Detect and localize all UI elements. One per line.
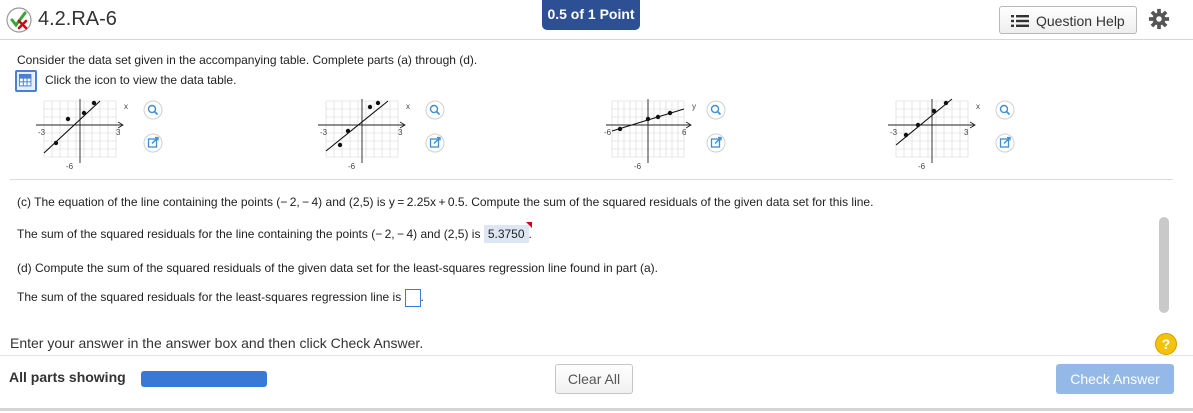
data-table-link-label: Click the icon to view the data table.	[45, 73, 237, 87]
part-c-answer-suffix: .	[528, 227, 532, 241]
zoom-icon[interactable]	[425, 100, 445, 120]
graph-option-c[interactable]: y -6 6 -6	[598, 95, 768, 171]
svg-text:y: y	[692, 102, 696, 111]
part-c-answer-line: The sum of the squared residuals for the…	[17, 222, 532, 243]
incorrect-marker-icon	[525, 222, 532, 228]
part-c-answer-prefix: The sum of the squared residuals for the…	[17, 227, 481, 241]
partially-correct-icon	[6, 7, 32, 33]
svg-text:3: 3	[964, 128, 969, 137]
svg-text:x: x	[124, 102, 128, 111]
parts-progress-fill	[141, 371, 267, 387]
question-help-button[interactable]: Question Help	[999, 6, 1137, 34]
part-d-answer-prefix: The sum of the squared residuals for the…	[17, 290, 402, 305]
data-table-icon[interactable]	[15, 70, 37, 92]
footer-divider	[0, 355, 1193, 356]
vertical-scrollbar[interactable]	[1159, 217, 1169, 313]
help-icon[interactable]: ?	[1155, 333, 1177, 355]
svg-text:x: x	[976, 102, 980, 111]
list-icon	[1011, 15, 1029, 27]
svg-text:-6: -6	[918, 162, 926, 171]
expand-icon[interactable]	[425, 133, 445, 153]
question-body: Consider the data set given in the accom…	[0, 41, 1193, 413]
svg-text:x: x	[406, 102, 410, 111]
svg-text:-6: -6	[634, 162, 642, 171]
svg-text:-6: -6	[604, 128, 612, 137]
gear-icon[interactable]	[1148, 8, 1170, 30]
parts-progress-bar	[141, 371, 267, 387]
svg-text:6: 6	[682, 128, 687, 137]
svg-text:-6: -6	[66, 162, 74, 171]
part-c-answer-text: 5.3750	[487, 227, 525, 241]
graph-option-a[interactable]: x -3 3 -6	[36, 95, 206, 171]
expand-icon[interactable]	[706, 133, 726, 153]
instruction-text: Enter your answer in the answer box and …	[10, 335, 424, 351]
question-title: 4.2.RA-6	[38, 8, 117, 30]
svg-text:-6: -6	[348, 162, 356, 171]
question-header: 4.2.RA-6 0.5 of 1 Point Question Help	[0, 0, 1193, 40]
expand-icon[interactable]	[995, 133, 1015, 153]
expand-icon[interactable]	[143, 133, 163, 153]
part-d-answer-input[interactable]	[404, 289, 421, 307]
bottom-border	[0, 408, 1193, 411]
part-c-question: (c) The equation of the line containing …	[17, 195, 874, 209]
svg-text:3: 3	[398, 128, 403, 137]
graph-option-b[interactable]: x -3 3 -6	[318, 95, 488, 171]
graph-option-d[interactable]: x -3 3 -6	[888, 95, 1058, 171]
part-d-answer-line: The sum of the squared residuals for the…	[17, 289, 424, 307]
zoom-icon[interactable]	[995, 100, 1015, 120]
part-d-answer-suffix: .	[420, 290, 424, 305]
question-help-label: Question Help	[1036, 13, 1125, 29]
clear-all-button[interactable]: Clear All	[555, 364, 633, 394]
svg-text:-3: -3	[890, 128, 898, 137]
zoom-icon[interactable]	[706, 100, 726, 120]
intro-text: Consider the data set given in the accom…	[17, 53, 478, 67]
part-c-answer-value: 5.3750	[483, 222, 532, 243]
svg-text:3: 3	[116, 128, 121, 137]
score-badge: 0.5 of 1 Point	[542, 0, 640, 30]
section-divider	[10, 179, 1173, 180]
parts-showing-label: All parts showing	[9, 369, 126, 385]
svg-text:-3: -3	[320, 128, 328, 137]
svg-text:-3: -3	[38, 128, 46, 137]
zoom-icon[interactable]	[143, 100, 163, 120]
check-answer-button[interactable]: Check Answer	[1056, 364, 1174, 394]
part-d-question: (d) Compute the sum of the squared resid…	[17, 261, 659, 275]
